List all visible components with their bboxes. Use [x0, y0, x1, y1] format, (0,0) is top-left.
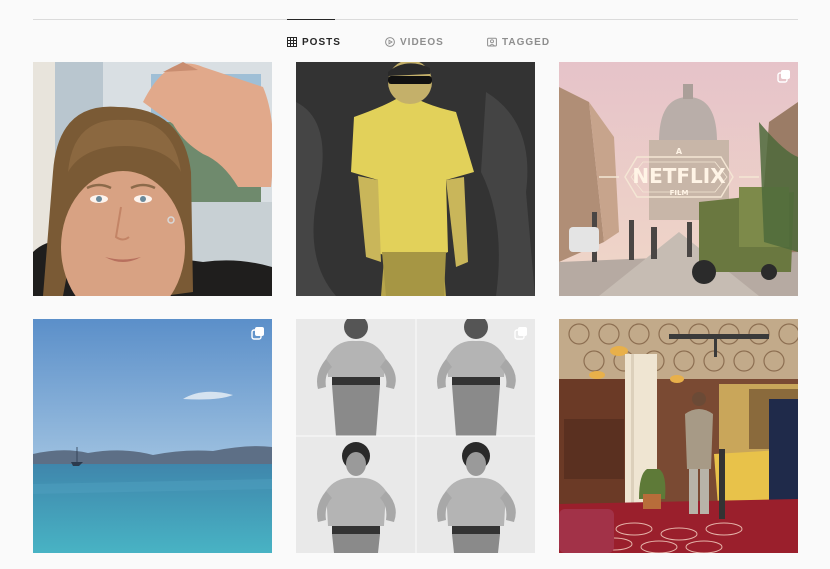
post-image [33, 319, 272, 553]
multiple-photos-icon [251, 326, 265, 340]
post-6[interactable] [559, 319, 798, 553]
tab-videos[interactable]: VIDEOS [385, 34, 444, 50]
tab-tagged[interactable]: TAGGED [487, 34, 550, 50]
overlay-text-main: NETFLIX [632, 164, 726, 188]
post-5[interactable] [296, 319, 535, 553]
post-image [559, 319, 798, 553]
multiple-photos-icon [777, 69, 791, 83]
profile-tabs: POSTS VIDEOS TAGGED [0, 34, 830, 50]
post-image [296, 319, 535, 553]
post-image [33, 62, 272, 296]
post-4[interactable] [33, 319, 272, 553]
post-3[interactable]: A NETFLIX FILM [559, 62, 798, 296]
play-circle-icon [385, 37, 395, 47]
tab-posts[interactable]: POSTS [287, 34, 341, 50]
tag-portrait-icon [487, 37, 497, 47]
tabs-divider [33, 19, 798, 20]
tab-tagged-label: TAGGED [502, 36, 551, 48]
tab-posts-label: POSTS [302, 36, 341, 48]
post-2[interactable] [296, 62, 535, 296]
grid-icon [287, 37, 297, 47]
post-image: A NETFLIX FILM [559, 62, 798, 296]
overlay-text-bottom: FILM [670, 189, 689, 197]
active-tab-indicator [287, 19, 335, 20]
post-1[interactable] [33, 62, 272, 296]
tab-videos-label: VIDEOS [400, 36, 444, 48]
post-image [296, 62, 535, 296]
overlay-text-top: A [676, 147, 683, 156]
multiple-photos-icon [514, 326, 528, 340]
